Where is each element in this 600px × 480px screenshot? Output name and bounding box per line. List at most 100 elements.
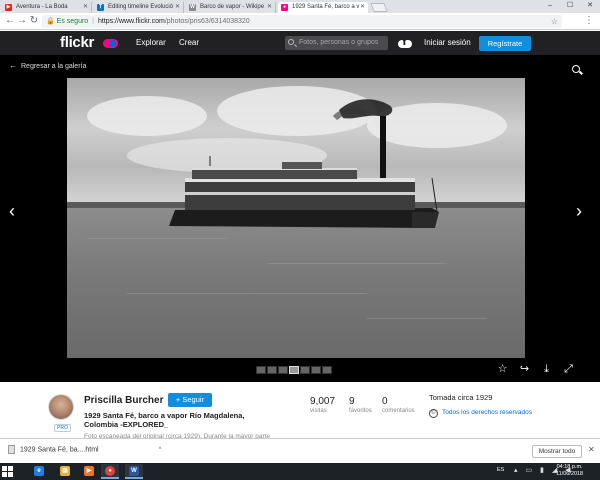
browser-menu-icon[interactable]: ⋮: [584, 15, 594, 27]
clock-time: 04:18 p.m.: [556, 464, 583, 470]
close-icon[interactable]: ✕: [360, 2, 365, 13]
previous-photo-chevron-icon[interactable]: ‹: [9, 201, 15, 222]
explore-link[interactable]: Explorar: [136, 38, 166, 47]
windows-taskbar: e ▤ ▶ ● W ES ▴ ▭ ▮ ◢ ◀ 04:18 p.m. 11/06/…: [0, 463, 600, 480]
stat-value: 9,007: [310, 396, 336, 407]
avatar[interactable]: [48, 394, 74, 420]
file-icon: [8, 445, 15, 454]
copyright-icon: ©: [429, 409, 438, 418]
stat-label: visitas: [310, 408, 327, 414]
photo-title: 1929 Santa Fé, barco a vapor Río Magdale…: [84, 411, 245, 429]
stat-comments: 0 comentarios: [382, 396, 415, 414]
license-link[interactable]: © Todos los derechos reservados: [429, 409, 532, 418]
thumbnail[interactable]: [322, 366, 332, 374]
search-icon[interactable]: [572, 65, 580, 73]
search-input[interactable]: Fotos, personas o grupos: [285, 36, 388, 50]
lock-icon: 🔒: [46, 18, 55, 25]
close-icon[interactable]: ✕: [267, 2, 272, 13]
word-taskbar-icon[interactable]: W: [125, 464, 143, 479]
left-arrow-icon: ←: [9, 61, 17, 70]
thumbnail[interactable]: [311, 366, 321, 374]
url-path: /photos/pris63/6314038320: [164, 18, 250, 25]
photo-info-panel: PRO Priscilla Burcher + Seguir 1929 Sant…: [0, 382, 600, 440]
tab-label: Editing timeline Evolució: [108, 4, 174, 10]
stat-value: 0: [382, 396, 388, 407]
close-icon[interactable]: ✕: [588, 445, 595, 454]
back-arrow-icon[interactable]: ←: [4, 15, 16, 27]
url-input[interactable]: 🔒 Es seguro | https://www.flickr.com/pho…: [42, 15, 562, 28]
close-icon[interactable]: ✕: [83, 2, 88, 13]
tab-label: 1929 Santa Fé, barco a v: [292, 4, 360, 10]
file-explorer-taskbar-icon[interactable]: ▤: [56, 464, 74, 479]
owner-name[interactable]: Priscilla Burcher: [84, 395, 163, 406]
stat-label: favoritos: [349, 408, 372, 414]
download-filename: 1929 Santa Fé, ba....html: [20, 446, 99, 454]
ie-taskbar-icon[interactable]: e: [30, 464, 48, 479]
new-tab-button[interactable]: [370, 3, 388, 12]
create-link[interactable]: Crear: [179, 38, 199, 47]
close-icon[interactable]: ✕: [175, 2, 180, 13]
tab-label: Aventura - La Boda: [16, 4, 68, 10]
flickr-icon: ●: [281, 4, 288, 11]
browser-tab-strip: ▶ Aventura - La Boda ✕ T Editing timelin…: [0, 0, 600, 13]
clock[interactable]: 04:18 p.m. 11/06/2018: [556, 464, 583, 478]
tab-youtube[interactable]: ▶ Aventura - La Boda ✕: [2, 2, 92, 13]
language-indicator[interactable]: ES: [497, 467, 504, 473]
media-player-taskbar-icon[interactable]: ▶: [80, 464, 98, 479]
photo-actions: ☆ ↪ ⤓ ⤢: [497, 363, 574, 375]
back-to-gallery-link[interactable]: ← Regresar a la galería: [9, 61, 86, 70]
download-icon[interactable]: ⤓: [541, 363, 552, 375]
steamboat-illustration: [169, 99, 439, 228]
thumbnail[interactable]: [256, 366, 266, 374]
url-separator: |: [92, 18, 94, 25]
photo-lightbox: ← Regresar a la galería ‹ › ☆ ↪ ⤓ ⤢: [0, 55, 600, 382]
follow-button[interactable]: + Seguir: [168, 393, 212, 407]
chevron-up-icon[interactable]: ^: [159, 447, 162, 453]
url-host: https://www.flickr.com: [97, 18, 165, 25]
tab-trello[interactable]: T Editing timeline Evolució ✕: [94, 2, 184, 13]
youtube-icon: ▶: [5, 4, 12, 11]
stat-views: 9,007 visitas: [310, 396, 335, 414]
maximize-icon[interactable]: ☐: [560, 0, 580, 11]
thumbnail[interactable]: [300, 366, 310, 374]
fullscreen-expand-icon[interactable]: ⤢: [563, 363, 574, 375]
minimize-icon[interactable]: –: [540, 0, 560, 11]
thumbnail[interactable]: [278, 366, 288, 374]
download-bar: 1929 Santa Fé, ba....html ^ Mostrar todo …: [0, 438, 600, 463]
share-arrow-icon[interactable]: ↪: [519, 363, 530, 375]
download-item[interactable]: 1929 Santa Fé, ba....html ^: [8, 445, 161, 454]
secure-label: Es seguro: [56, 18, 89, 25]
photostream-thumbnails: [256, 366, 332, 374]
pro-badge: PRO: [54, 424, 71, 432]
wikipedia-icon: W: [189, 4, 196, 11]
search-placeholder: Fotos, personas o grupos: [299, 39, 379, 46]
bookmark-star-icon[interactable]: ☆: [551, 15, 558, 28]
windows-start-icon[interactable]: [2, 466, 13, 477]
back-label: Regresar a la galería: [21, 63, 87, 70]
stat-label: comentarios: [382, 408, 415, 414]
forward-arrow-icon[interactable]: →: [16, 15, 28, 27]
license-label: Todos los derechos reservados: [442, 409, 532, 416]
flickr-dots-icon[interactable]: [103, 39, 118, 48]
thumbnail[interactable]: [267, 366, 277, 374]
main-photo: [67, 78, 525, 358]
clock-date: 11/06/2018: [556, 471, 584, 477]
favorite-star-icon[interactable]: ☆: [497, 363, 508, 375]
upload-cloud-icon[interactable]: [398, 37, 412, 48]
tab-flickr[interactable]: ● 1929 Santa Fé, barco a v ✕: [278, 2, 368, 13]
login-link[interactable]: Iniciar sesión: [424, 38, 471, 47]
thumbnail-current[interactable]: [289, 366, 299, 374]
flickr-header: flickr Explorar Crear Fotos, personas o …: [0, 31, 600, 55]
next-photo-chevron-icon[interactable]: ›: [576, 201, 582, 222]
flickr-logo[interactable]: flickr: [60, 34, 94, 51]
window-controls: – ☐ ✕: [540, 0, 600, 11]
chrome-taskbar-icon[interactable]: ●: [101, 464, 119, 479]
stat-value: 9: [349, 396, 355, 407]
tab-wikipedia[interactable]: W Barco de vapor - Wikipe ✕: [186, 2, 276, 13]
reload-icon[interactable]: ↻: [28, 15, 40, 27]
trello-icon: T: [97, 4, 104, 11]
close-window-icon[interactable]: ✕: [580, 0, 600, 11]
taken-date: Tomada circa 1929: [429, 393, 493, 402]
register-button[interactable]: Regístrate: [479, 36, 531, 51]
show-all-downloads-button[interactable]: Mostrar todo: [532, 445, 582, 458]
